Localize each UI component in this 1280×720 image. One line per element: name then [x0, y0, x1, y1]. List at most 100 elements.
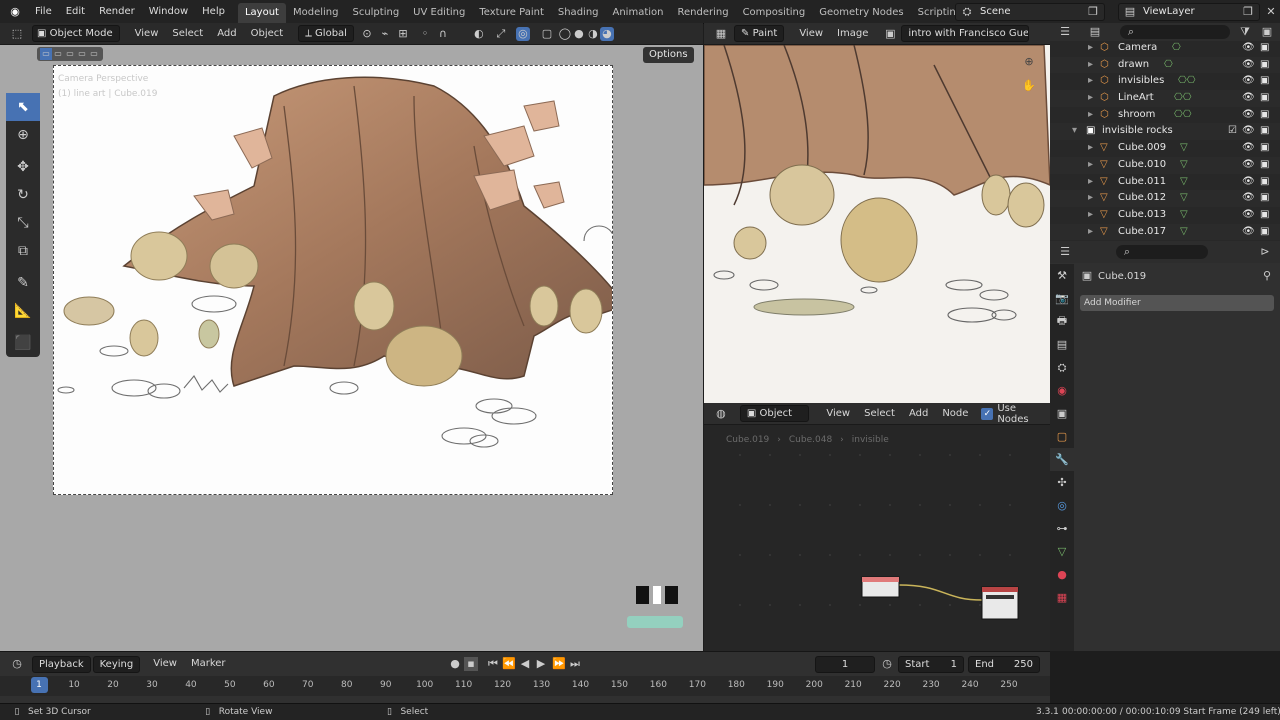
play-icon[interactable]: ▶	[534, 657, 548, 671]
move-tool[interactable]: ✥	[6, 153, 40, 181]
outliner-row-lineart[interactable]: ▸ ⬡ LineArt ⎔⎔ 👁 ▣	[1050, 90, 1280, 107]
timeline-type-icon[interactable]: ◷	[10, 657, 24, 671]
add-cube-tool[interactable]: ⬛	[6, 329, 40, 357]
visibility-icon[interactable]: ◐	[472, 27, 486, 41]
menu-help[interactable]: Help	[195, 0, 232, 24]
outliner-row-drawn[interactable]: ▸ ⬡ drawn ⎔ 👁 ▣	[1050, 56, 1280, 74]
shader-node[interactable]	[861, 576, 900, 598]
start-frame-field[interactable]: Start 1	[898, 656, 964, 673]
properties-editor[interactable]: ☰ ⌕ ⊳ ▣ Cube.019 ⚲ Add Modifier	[1050, 241, 1280, 651]
output-tab-icon[interactable]: 🖶	[1050, 310, 1074, 333]
eye-icon[interactable]: 👁	[1242, 123, 1255, 140]
eye-icon[interactable]: 👁	[1242, 190, 1255, 207]
current-frame-field[interactable]: 1	[815, 656, 875, 673]
eye-icon[interactable]: 👁	[1242, 107, 1255, 124]
render-icon[interactable]: ▣	[1260, 140, 1269, 157]
render-icon[interactable]: ▣	[1260, 90, 1269, 107]
cursor-tool[interactable]: ⊕	[6, 121, 40, 149]
render-icon[interactable]: ▣	[1260, 207, 1269, 224]
scene-tab-icon[interactable]: ⛭	[1050, 356, 1074, 379]
zoom-icon[interactable]: ⊕	[1022, 55, 1036, 69]
falloff-icon[interactable]: ∩	[436, 27, 450, 41]
overlays-icon[interactable]: ◎	[515, 26, 530, 41]
node-menu-node[interactable]: Node	[935, 403, 975, 425]
snap-icon[interactable]: ⌁	[378, 27, 392, 41]
outliner-row-cube-017[interactable]: ▸ ▽ Cube.017 ▽ 👁 ▣	[1050, 223, 1280, 241]
eye-icon[interactable]: 👁	[1242, 207, 1255, 224]
tab-rendering[interactable]: Rendering	[670, 3, 735, 23]
constraints-tab-icon[interactable]: ⊶	[1050, 517, 1074, 540]
use-nodes-checkbox[interactable]: ✓	[981, 407, 994, 420]
eye-icon[interactable]: 👁	[1242, 90, 1255, 107]
image-browse-icon[interactable]: ▣	[883, 27, 897, 41]
timeline-menu-marker[interactable]: Marker	[184, 654, 233, 674]
filter-icon[interactable]: ⧩	[1238, 25, 1252, 39]
timeline-menu-view[interactable]: View	[146, 654, 184, 674]
tab-sculpting[interactable]: Sculpting	[345, 3, 406, 23]
remove-view-layer-icon[interactable]: ✕	[1264, 5, 1278, 19]
data-tab-icon[interactable]: ▽	[1050, 540, 1074, 563]
shader-type-dropdown[interactable]: ▣ Object	[739, 405, 810, 422]
select-extend-icon[interactable]: ▭	[52, 48, 64, 60]
expand-icon[interactable]: ▸	[1088, 40, 1093, 57]
rotate-tool[interactable]: ↻	[6, 181, 40, 209]
tab-animation[interactable]: Animation	[606, 3, 671, 23]
expand-icon[interactable]: ▸	[1088, 107, 1093, 124]
tool-tab-icon[interactable]: ⚒	[1050, 264, 1074, 287]
image-editor[interactable]: ▦ ✎ Paint View Image ▣ intro with Franci…	[704, 23, 1050, 403]
image-menu-image[interactable]: Image	[830, 23, 875, 45]
physics-tab-icon[interactable]: ◎	[1050, 494, 1074, 517]
image-name-field[interactable]: intro with Francisco Guerrero...	[901, 25, 1030, 42]
eye-icon[interactable]: 👁	[1242, 40, 1255, 57]
object-tab-icon[interactable]: ▢	[1050, 425, 1074, 448]
collapse-icon[interactable]: ▾	[1072, 123, 1077, 140]
select-subtract-icon[interactable]: ▭	[64, 48, 76, 60]
render-icon[interactable]: ▣	[1260, 190, 1269, 207]
render-icon[interactable]: ▣	[1260, 57, 1269, 74]
expand-icon[interactable]: ▸	[1088, 190, 1093, 207]
display-mode-icon[interactable]: ▤	[1088, 25, 1102, 39]
annotate-tool[interactable]: ✎	[6, 269, 40, 297]
pivot-icon[interactable]: ⊙	[360, 27, 374, 41]
clock-icon[interactable]: ◷	[880, 657, 894, 671]
outliner-row-cube-010[interactable]: ▸ ▽ Cube.010 ▽ 👁 ▣	[1050, 156, 1280, 174]
node-menu-view[interactable]: View	[819, 403, 857, 425]
render-icon[interactable]: ▣	[1260, 174, 1269, 191]
menu-window[interactable]: Window	[142, 0, 195, 24]
play-reverse-icon[interactable]: ◀	[518, 657, 532, 671]
jump-start-icon[interactable]: ⏮	[486, 657, 500, 671]
pin-object-icon[interactable]: ⚲	[1260, 269, 1274, 283]
material-shading-icon[interactable]: ◑	[586, 27, 600, 41]
menu-add[interactable]: Add	[210, 23, 243, 45]
render-icon[interactable]: ▣	[1260, 107, 1269, 124]
menu-file[interactable]: File	[28, 0, 59, 24]
menu-object[interactable]: Object	[244, 23, 291, 45]
next-keyframe-icon[interactable]: ⏩	[552, 657, 566, 671]
select-invert-icon[interactable]: ▭	[76, 48, 88, 60]
outliner-row-camera[interactable]: ▸ ⬡ Camera ⎔ 👁 ▣	[1050, 40, 1280, 57]
outliner[interactable]: ☰ ▤ ⌕ ⧩ ▣ ▸ ⬡ Camera ⎔ 👁 ▣ ▸ ⬡ drawn ⎔ 👁…	[1050, 23, 1280, 241]
node-menu-select[interactable]: Select	[857, 403, 902, 425]
modifier-tab-icon[interactable]: 🔧	[1050, 448, 1074, 471]
menu-render[interactable]: Render	[92, 0, 142, 24]
outliner-row-invisible-rocks[interactable]: ▾ ▣ invisible rocks ☑ 👁 ▣	[1050, 123, 1280, 141]
image-mode-dropdown[interactable]: ✎ Paint	[734, 25, 785, 42]
new-collection-icon[interactable]: ▣	[1260, 25, 1274, 39]
shader-node-editor[interactable]: ◍ ▣ Object View Select Add Node ✓ Use No…	[704, 403, 1050, 651]
render-tab-icon[interactable]: 📷	[1050, 287, 1074, 310]
eye-icon[interactable]: 👁	[1242, 73, 1255, 90]
end-frame-field[interactable]: End 250	[968, 656, 1040, 673]
expand-icon[interactable]: ▸	[1088, 224, 1093, 241]
eye-icon[interactable]: 👁	[1242, 224, 1255, 241]
tab-modeling[interactable]: Modeling	[286, 3, 346, 23]
world-tab-icon[interactable]: ◉	[1050, 379, 1074, 402]
outliner-type-icon[interactable]: ☰	[1058, 25, 1072, 39]
jump-end-icon[interactable]: ⏭	[568, 657, 582, 671]
options-button[interactable]: Options	[643, 47, 694, 63]
playback-menu[interactable]: Playback	[32, 655, 91, 673]
orientation-dropdown[interactable]: ⟂ Global	[298, 25, 354, 42]
render-icon[interactable]: ▣	[1260, 40, 1269, 57]
transform-tool[interactable]: ⧉	[6, 237, 40, 265]
timeline-scrubber[interactable]: 1 10 20 30 40 50 60 70 80 90 100 110 120 130 140 150 160…	[0, 676, 1050, 696]
expand-icon[interactable]: ▸	[1088, 207, 1093, 224]
